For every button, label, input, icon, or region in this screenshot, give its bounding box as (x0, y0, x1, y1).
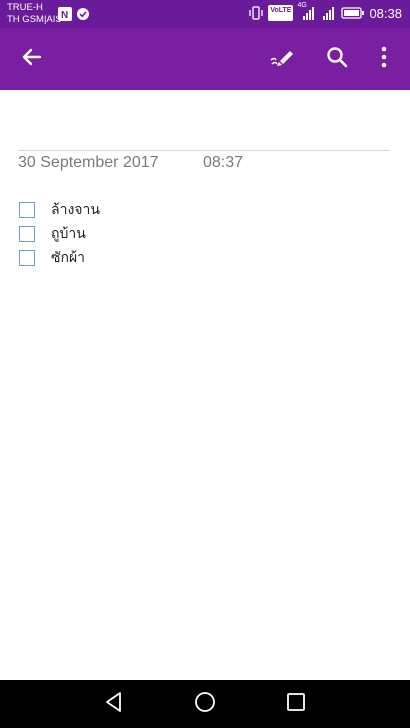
home-circle-icon (194, 691, 216, 717)
back-button[interactable] (16, 43, 48, 75)
nav-home-button[interactable] (191, 690, 219, 718)
todo-label[interactable]: ล้างจาน (51, 199, 100, 221)
search-button[interactable] (321, 43, 353, 75)
app-bar (0, 28, 410, 90)
todo-list: ล้างจาน ถูบ้าน ซักผ้า (19, 198, 100, 270)
system-nav-bar (0, 680, 410, 728)
nav-back-button[interactable] (100, 690, 128, 718)
more-vert-icon (381, 46, 387, 72)
status-time: 08:38 (369, 5, 402, 21)
pen-edit-icon (268, 46, 296, 72)
recents-square-icon (286, 692, 306, 716)
svg-text:N: N (61, 10, 68, 21)
volte-icon: VoLTE (268, 5, 294, 21)
todo-label[interactable]: ถูบ้าน (51, 223, 86, 245)
note-timestamp: 30 September 2017 08:37 (18, 154, 243, 172)
back-triangle-icon (104, 691, 124, 717)
todo-checkbox[interactable] (19, 250, 35, 266)
more-options-button[interactable] (368, 43, 400, 75)
carrier-line-2: TH GSM|AIS (7, 14, 62, 25)
todo-label[interactable]: ซักผ้า (51, 247, 85, 269)
edit-button[interactable] (266, 43, 298, 75)
search-icon (326, 46, 348, 72)
battery-icon (341, 6, 365, 20)
title-divider (18, 150, 390, 151)
signal-2-icon (321, 6, 337, 20)
note-time: 08:37 (203, 154, 244, 171)
signal-icon: 4G (297, 2, 317, 20)
carrier-info: TRUE-H TH GSM|AIS (7, 2, 62, 26)
network-type-label: 4G (297, 2, 307, 9)
note-page[interactable]: 30 September 2017 08:37 ล้างจาน ถูบ้าน ซ… (0, 90, 410, 680)
status-icons: VoLTE 4G 08:38 (248, 2, 402, 21)
todo-item: ล้างจาน (19, 198, 100, 222)
todo-checkbox[interactable] (19, 202, 35, 218)
notification-icons: N (58, 6, 90, 21)
todo-checkbox[interactable] (19, 226, 35, 242)
note-date: 30 September 2017 (18, 154, 159, 171)
status-bar: TRUE-H TH GSM|AIS N VoLTE 4G 08:38 (0, 0, 410, 28)
todo-item: ซักผ้า (19, 246, 100, 270)
todo-item: ถูบ้าน (19, 222, 100, 246)
vibrate-icon (248, 6, 264, 20)
back-arrow-icon (21, 46, 43, 72)
onenote-notification-icon: N (58, 6, 72, 21)
carrier-line-1: TRUE-H (7, 2, 43, 13)
check-circle-icon (76, 6, 90, 20)
nav-recents-button[interactable] (282, 690, 310, 718)
